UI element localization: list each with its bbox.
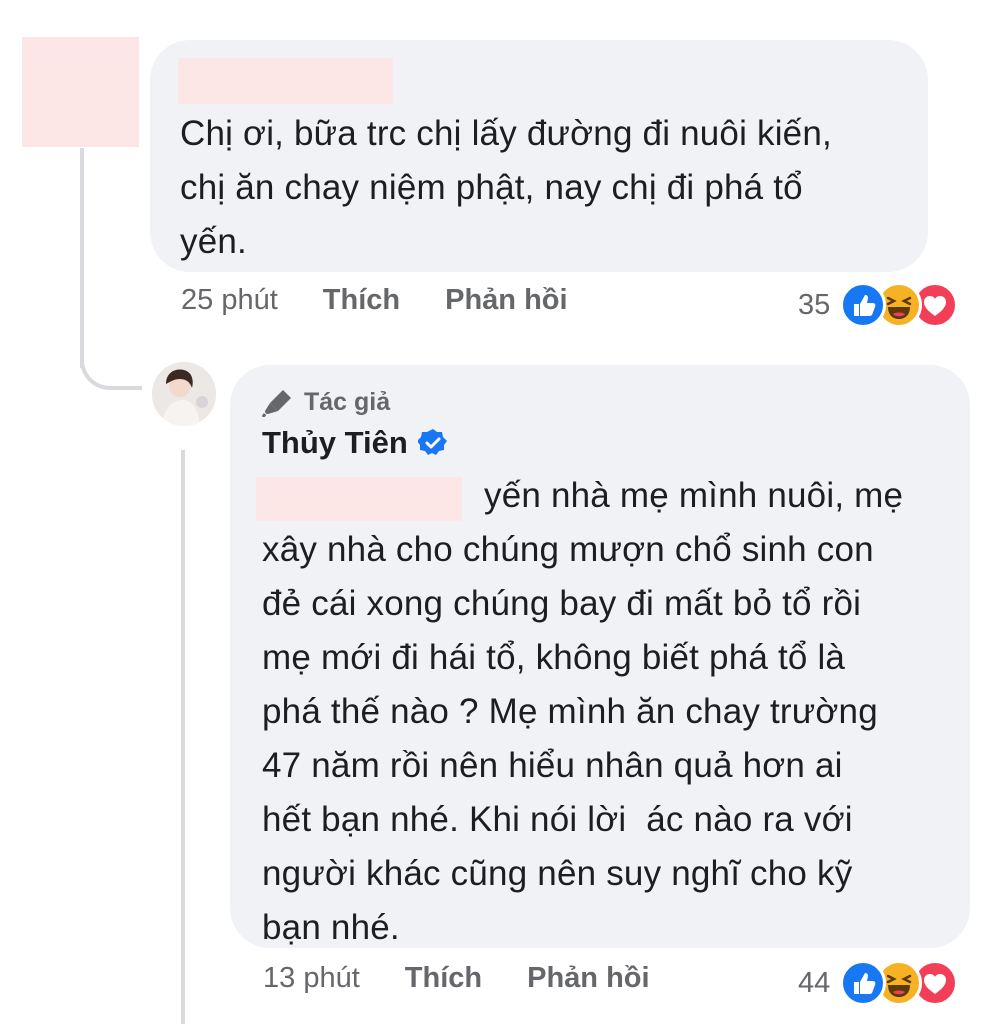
thread-connector bbox=[80, 330, 142, 390]
reaction-count: 35 bbox=[798, 288, 831, 321]
reply-actions: 13 phút Thích Phản hồi bbox=[263, 962, 650, 995]
reply-reply-button[interactable]: Phản hồi bbox=[527, 962, 649, 995]
comment-text: Chị ơi, bữa trc chị lấy đường đi nuôi ki… bbox=[180, 114, 832, 261]
author-tag: Tác giả bbox=[262, 387, 390, 417]
reply-like-button[interactable]: Thích bbox=[405, 962, 482, 995]
comment-bubble: Chị ơi, bữa trc chị lấy đường đi nuôi ki… bbox=[150, 40, 928, 272]
like-icon bbox=[840, 282, 887, 328]
comment-time[interactable]: 25 phút bbox=[181, 284, 278, 317]
reply-reaction-count: 44 bbox=[798, 966, 831, 999]
reply-bubble: Tác giả Thủy Tiên yến nhà mẹ mình nuôi, … bbox=[230, 365, 970, 948]
author-tag-label: Tác giả bbox=[304, 387, 391, 416]
author-name-label[interactable]: Thủy Tiên bbox=[262, 425, 408, 461]
comment-actions: 25 phút Thích Phản hồi bbox=[181, 284, 568, 317]
comment-reactions[interactable]: 35 bbox=[798, 282, 959, 328]
reply-button[interactable]: Phản hồi bbox=[445, 284, 567, 317]
commenter-avatar-redacted[interactable] bbox=[22, 37, 139, 147]
reply-text: yến nhà mẹ mình nuôi, mẹ xây nhà cho chú… bbox=[262, 476, 904, 947]
author-avatar[interactable] bbox=[152, 362, 216, 426]
commenter-name-redacted[interactable] bbox=[178, 58, 393, 104]
reply-thread-line bbox=[181, 450, 185, 1024]
like-button[interactable]: Thích bbox=[323, 284, 400, 317]
pen-icon bbox=[262, 387, 294, 417]
reply-time[interactable]: 13 phút bbox=[263, 962, 360, 995]
author-name: Thủy Tiên bbox=[262, 425, 448, 461]
reply-reactions[interactable]: 44 bbox=[798, 960, 959, 1006]
verified-badge-icon bbox=[417, 428, 448, 458]
like-icon bbox=[840, 960, 887, 1006]
